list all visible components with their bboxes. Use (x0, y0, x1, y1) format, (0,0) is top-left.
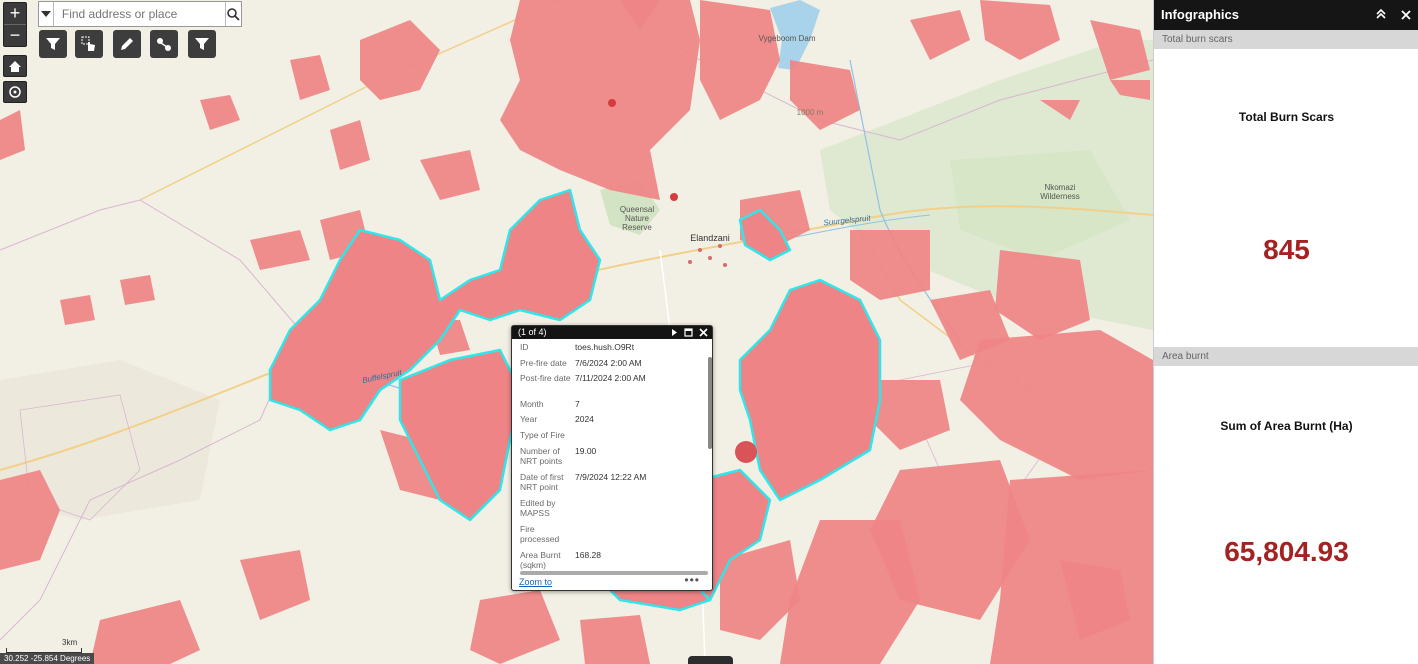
chevron-up-icon[interactable] (1375, 0, 1387, 30)
field-row: Date of first NRT point 7/9/2024 12:22 AM (520, 472, 647, 492)
label-town: Elandzani (690, 233, 730, 243)
close-icon[interactable] (699, 326, 709, 339)
search-box (38, 1, 242, 27)
coordinate-readout: 30.252 -25.854 Degrees (0, 653, 95, 664)
field-row: Edited by MAPSS (520, 498, 556, 518)
zoom-in-button[interactable]: + (4, 3, 26, 24)
label-dam: Vygeboom Dam (758, 34, 816, 43)
more-options-icon[interactable]: ••• (684, 573, 700, 587)
field-row: Fire processed (520, 524, 560, 544)
search-button[interactable] (224, 2, 241, 26)
search-input[interactable] (53, 2, 225, 26)
zoom-out-button[interactable]: − (4, 24, 26, 46)
popup-counter: (1 of 4) (518, 327, 547, 337)
locate-icon (9, 86, 21, 98)
field-row: Month 7 (520, 399, 580, 409)
filter-button-2[interactable] (188, 30, 216, 58)
popup-header: (1 of 4) (512, 326, 712, 339)
field-row: Year 2024 (520, 414, 594, 424)
search-icon (227, 7, 240, 21)
infographics-panel: Infographics Total burn scars Total Burn… (1153, 0, 1418, 664)
field-row: Pre-fire date 7/6/2024 2:00 AM (520, 358, 642, 368)
close-icon[interactable] (1401, 0, 1411, 30)
draw-button[interactable] (113, 30, 141, 58)
measure-button[interactable] (150, 30, 178, 58)
zoom-controls: + − (3, 2, 27, 47)
section-header-area-burnt: Area burnt (1154, 347, 1418, 366)
field-row: Number of NRT points 19.00 (520, 446, 597, 466)
panel-header: Infographics (1154, 0, 1418, 30)
search-source-dropdown[interactable] (39, 2, 54, 26)
home-button[interactable] (3, 55, 27, 77)
card-value: 845 (1263, 234, 1310, 265)
card-value: 65,804.93 (1224, 536, 1349, 567)
card-title: Total Burn Scars (1238, 110, 1335, 124)
area-burnt-card: Sum of Area Burnt (Ha) 65,804.93 (1154, 366, 1418, 664)
panel-title: Infographics (1161, 7, 1240, 22)
pencil-icon (121, 38, 133, 50)
locate-button[interactable] (3, 81, 27, 103)
field-row: Type of Fire (520, 430, 565, 440)
popup-footer: Zoom to ••• (512, 573, 712, 590)
home-icon (9, 60, 21, 72)
section-header-total-burn-scars: Total burn scars (1154, 30, 1418, 49)
scale-label: 3km (62, 638, 78, 647)
filter-icon (46, 38, 60, 50)
feature-popup: (1 of 4) ID toes.hush.O9Rt Pre-fire date 7… (511, 325, 713, 591)
field-row: Post-fire date 7/11/2024 2:00 AM (520, 373, 646, 383)
map-view[interactable]: Vygeboom Dam Queensal Nature Reserve Ela… (0, 0, 1153, 664)
field-row: Area Burnt (sqkm) 168.28 (520, 550, 601, 570)
caret-down-icon (40, 11, 51, 17)
select-button[interactable] (75, 30, 103, 58)
popup-body[interactable]: ID toes.hush.O9Rt Pre-fire date 7/6/2024 2… (512, 339, 708, 572)
label-wilderness: Nkomazi Wilderness (1040, 183, 1080, 201)
popup-vertical-scrollbar[interactable] (708, 339, 712, 572)
total-burn-scars-card: Total Burn Scars 845 (1154, 49, 1418, 347)
popup-horizontal-scrollbar[interactable] (520, 571, 708, 575)
filter-button[interactable] (39, 30, 67, 58)
card-title: Sum of Area Burnt (Ha) (1220, 419, 1353, 433)
zoom-to-link[interactable]: Zoom to (519, 577, 552, 587)
label-reserve: Queensal Nature Reserve (619, 205, 655, 232)
label-elevation: 1000 m (796, 108, 824, 117)
maximize-icon[interactable] (684, 326, 694, 339)
bottom-panel-tab[interactable] (688, 656, 733, 664)
measure-icon (157, 38, 171, 51)
filter-icon (195, 38, 209, 50)
select-hand-icon (81, 36, 95, 51)
field-row: ID toes.hush.O9Rt (520, 342, 635, 352)
next-icon[interactable] (670, 326, 679, 339)
